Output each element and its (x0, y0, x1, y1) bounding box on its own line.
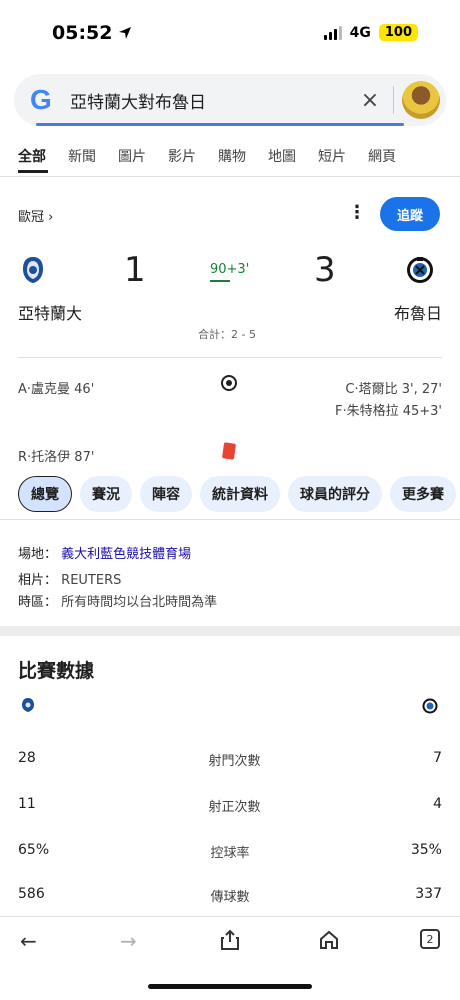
tab-news[interactable]: 新聞 (68, 146, 96, 166)
account-avatar[interactable] (402, 81, 440, 119)
competition-link[interactable]: 歐冠 › (18, 206, 53, 225)
result-tabs: 全部 新聞 圖片 影片 購物 地圖 短片 網頁 (18, 146, 418, 166)
chip-overview[interactable]: 總覽 (18, 476, 72, 512)
stat-label: 控球率 (210, 846, 250, 861)
tab-videos[interactable]: 影片 (168, 146, 196, 166)
stat-home-value: 586 (18, 886, 45, 902)
stat-row-shots: 28 射門次數 7 (18, 750, 442, 769)
home-icon[interactable] (318, 929, 340, 951)
status-time: 05:52 (52, 22, 132, 44)
chip-timeline[interactable]: 賽況 (80, 476, 132, 512)
tabs-divider (0, 176, 460, 177)
search-divider (393, 86, 394, 114)
share-icon[interactable] (220, 929, 240, 951)
status-indicators: 4G 100 (323, 24, 418, 41)
timezone-label: 時區： (18, 595, 58, 610)
stat-away-value: 4 (433, 796, 442, 812)
card-divider (18, 357, 442, 358)
venue-link[interactable]: 義大利藍色競技體育場 (61, 547, 191, 562)
active-tab-indicator (18, 170, 48, 173)
tab-all[interactable]: 全部 (18, 146, 46, 166)
clear-icon[interactable]: × (355, 88, 385, 113)
venue-label: 場地： (18, 547, 58, 562)
aggregate-score: 合計：2 - 5 (198, 328, 256, 341)
forward-arrow-icon[interactable]: → (120, 929, 137, 953)
chip-more-matches[interactable]: 更多賽 (390, 476, 456, 512)
timezone-value: 所有時間均以台北時間為準 (61, 595, 218, 610)
location-arrow-icon (119, 27, 132, 39)
tab-images[interactable]: 圖片 (118, 146, 146, 166)
network-type: 4G (349, 24, 371, 41)
stat-away-value: 35% (410, 842, 442, 858)
chip-stats[interactable]: 統計資料 (200, 476, 280, 512)
stat-home-value: 11 (18, 796, 36, 812)
home-red-card-event: R·托洛伊 87' (18, 450, 95, 465)
home-indicator (148, 984, 312, 989)
battery-icon: 100 (378, 24, 418, 41)
home-goal-event: A·盧克曼 46' (18, 382, 95, 397)
venue-row: 場地： 義大利藍色競技體育場 (18, 543, 191, 562)
search-progress-bar (36, 123, 404, 126)
stat-label: 射門次數 (208, 754, 261, 769)
stat-home-value: 28 (18, 750, 36, 766)
photo-credit-row: 相片： REUTERS (18, 569, 121, 588)
atalanta-crest-icon[interactable] (22, 256, 44, 284)
match-minute[interactable]: 90+3' (210, 262, 249, 277)
away-goal-event-2: F·朱特格拉 45+3' (334, 404, 442, 419)
browser-toolbar: ← → 2 (0, 916, 460, 970)
brugge-crest-icon[interactable] (406, 256, 434, 284)
stat-row-possession: 65% 控球率 35% (18, 842, 442, 861)
tab-maps[interactable]: 地圖 (268, 146, 296, 166)
stats-title: 比賽數據 (18, 660, 95, 682)
search-input[interactable]: 亞特蘭大對布魯日 (70, 88, 355, 113)
red-card-icon (221, 442, 237, 460)
soccer-ball-icon (221, 375, 237, 391)
stat-label: 射正次數 (208, 800, 261, 815)
search-bar[interactable]: G 亞特蘭大對布魯日 × (14, 74, 446, 126)
home-team-name[interactable]: 亞特蘭大 (18, 300, 82, 324)
follow-button[interactable]: 追蹤 (380, 197, 440, 231)
home-score: 1 (124, 250, 146, 290)
chip-lineups[interactable]: 陣容 (140, 476, 192, 512)
live-indicator (210, 280, 230, 282)
tabs-count-button[interactable]: 2 (420, 929, 440, 949)
stat-label: 傳球數 (210, 890, 250, 905)
away-team-name[interactable]: 布魯日 (394, 300, 442, 324)
away-score: 3 (314, 250, 336, 290)
stat-home-value: 65% (18, 842, 50, 858)
match-section-chips: 總覽 賽況 陣容 統計資料 球員的評分 更多賽 (18, 476, 456, 512)
signal-icon (323, 25, 342, 40)
section-separator (0, 626, 460, 636)
photo-credit: REUTERS (61, 573, 122, 588)
tab-web[interactable]: 網頁 (368, 146, 396, 166)
more-options-icon[interactable]: ⋮ (348, 202, 366, 223)
brugge-mini-crest-icon (422, 698, 438, 714)
stat-row-shots-on-target: 11 射正次數 4 (18, 796, 442, 815)
tab-shopping[interactable]: 購物 (218, 146, 246, 166)
timezone-row: 時區： 所有時間均以台北時間為準 (18, 591, 217, 610)
stat-away-value: 337 (415, 886, 442, 902)
tab-shorts[interactable]: 短片 (318, 146, 346, 166)
back-arrow-icon[interactable]: ← (20, 929, 37, 953)
google-logo-icon: G (30, 84, 52, 115)
stat-away-value: 7 (433, 750, 442, 766)
chips-divider (0, 519, 460, 520)
chip-player-ratings[interactable]: 球員的評分 (288, 476, 382, 512)
away-goal-event-1: C·塔爾比 3', 27' (345, 382, 442, 397)
atalanta-mini-crest-icon (22, 698, 34, 712)
stat-row-passes: 586 傳球數 337 (18, 886, 442, 905)
photo-label: 相片： (18, 573, 58, 588)
